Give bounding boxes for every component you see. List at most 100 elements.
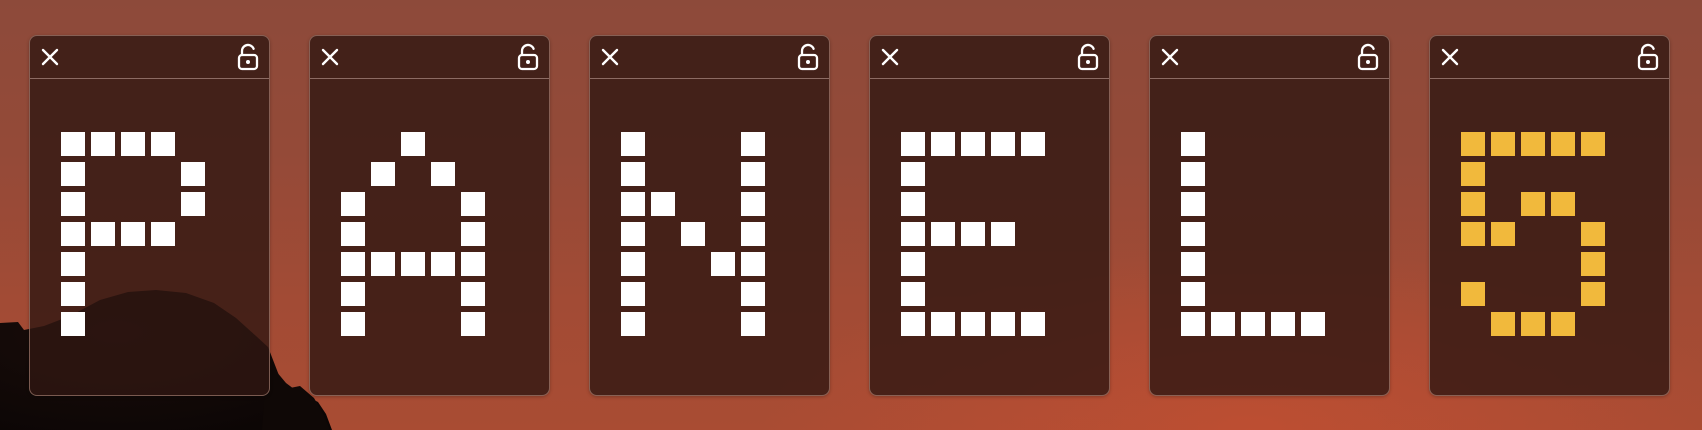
pixel-off xyxy=(1581,312,1605,336)
pixel-off xyxy=(121,312,145,336)
pixel-on xyxy=(1181,222,1205,246)
lock-toggle-button[interactable] xyxy=(1635,42,1661,72)
pixel-off xyxy=(651,222,675,246)
close-button[interactable] xyxy=(318,45,342,69)
panel-titlebar[interactable] xyxy=(30,36,269,79)
pixel-on xyxy=(61,312,85,336)
pixel-off xyxy=(461,162,485,186)
pixel-off xyxy=(1241,222,1265,246)
pixel-off xyxy=(991,162,1015,186)
panel-titlebar[interactable] xyxy=(1150,36,1389,79)
pixel-off xyxy=(931,192,955,216)
pixel-off xyxy=(181,222,205,246)
pixel-on xyxy=(121,132,145,156)
pixel-on xyxy=(121,222,145,246)
pixel-off xyxy=(931,282,955,306)
pixel-off xyxy=(1491,192,1515,216)
pixel-off xyxy=(681,132,705,156)
pixel-on xyxy=(961,312,985,336)
panel-1 xyxy=(29,35,270,396)
pixel-on xyxy=(461,222,485,246)
pixel-on xyxy=(901,252,925,276)
pixel-off xyxy=(1301,282,1325,306)
lock-toggle-button[interactable] xyxy=(235,42,261,72)
pixel-on xyxy=(61,282,85,306)
pixel-off xyxy=(461,132,485,156)
pixel-off xyxy=(961,192,985,216)
pixel-on xyxy=(431,162,455,186)
pixel-off xyxy=(151,252,175,276)
pixel-on xyxy=(61,132,85,156)
pixel-glyph-e xyxy=(901,132,1045,336)
pixel-on xyxy=(401,252,425,276)
close-button[interactable] xyxy=(1158,45,1182,69)
pixel-on xyxy=(901,192,925,216)
panel-titlebar[interactable] xyxy=(870,36,1109,79)
close-icon xyxy=(1440,47,1460,67)
pixel-on xyxy=(991,132,1015,156)
pixel-off xyxy=(401,162,425,186)
pixel-off xyxy=(651,252,675,276)
pixel-off xyxy=(961,252,985,276)
pixel-off xyxy=(1461,312,1485,336)
pixel-off xyxy=(1241,162,1265,186)
close-button[interactable] xyxy=(878,45,902,69)
pixel-on xyxy=(1581,222,1605,246)
pixel-off xyxy=(431,222,455,246)
pixel-on xyxy=(1491,222,1515,246)
pixel-on xyxy=(1551,192,1575,216)
pixel-on xyxy=(961,132,985,156)
close-button[interactable] xyxy=(1438,45,1462,69)
pixel-off xyxy=(1491,162,1515,186)
pixel-on xyxy=(621,192,645,216)
lock-open-icon xyxy=(237,43,259,71)
pixel-on xyxy=(901,282,925,306)
panel-titlebar[interactable] xyxy=(1430,36,1669,79)
pixel-off xyxy=(1551,162,1575,186)
pixel-off xyxy=(151,282,175,306)
pixel-on xyxy=(901,312,925,336)
pixel-on xyxy=(741,312,765,336)
pixel-on xyxy=(1521,132,1545,156)
panel-titlebar[interactable] xyxy=(590,36,829,79)
pixel-off xyxy=(991,282,1015,306)
pixel-on xyxy=(341,222,365,246)
pixel-on xyxy=(1211,312,1235,336)
pixel-on xyxy=(621,312,645,336)
pixel-on xyxy=(1521,312,1545,336)
pixel-off xyxy=(341,162,365,186)
lock-toggle-button[interactable] xyxy=(1355,42,1381,72)
close-icon xyxy=(600,47,620,67)
lock-toggle-button[interactable] xyxy=(1075,42,1101,72)
close-button[interactable] xyxy=(598,45,622,69)
pixel-off xyxy=(401,282,425,306)
pixel-off xyxy=(151,192,175,216)
pixel-off xyxy=(651,132,675,156)
pixel-on xyxy=(341,192,365,216)
pixel-on xyxy=(61,222,85,246)
pixel-off xyxy=(431,192,455,216)
pixel-on xyxy=(1271,312,1295,336)
close-icon xyxy=(1160,47,1180,67)
pixel-on xyxy=(741,162,765,186)
lock-open-icon xyxy=(1357,43,1379,71)
pixel-off xyxy=(1271,222,1295,246)
pixel-off xyxy=(931,252,955,276)
lock-toggle-button[interactable] xyxy=(515,42,541,72)
pixel-glyph-a xyxy=(341,132,485,336)
panel-titlebar[interactable] xyxy=(310,36,549,79)
pixel-glyph-5 xyxy=(1461,132,1605,336)
pixel-off xyxy=(181,132,205,156)
lock-toggle-button[interactable] xyxy=(795,42,821,72)
pixel-off xyxy=(1241,132,1265,156)
pixel-off xyxy=(1241,282,1265,306)
pixel-on xyxy=(151,132,175,156)
pixel-on xyxy=(711,252,735,276)
pixel-on xyxy=(961,222,985,246)
pixel-off xyxy=(711,312,735,336)
pixel-on xyxy=(651,192,675,216)
lock-open-icon xyxy=(517,43,539,71)
pixel-off xyxy=(681,252,705,276)
pixel-on xyxy=(1181,282,1205,306)
close-button[interactable] xyxy=(38,45,62,69)
